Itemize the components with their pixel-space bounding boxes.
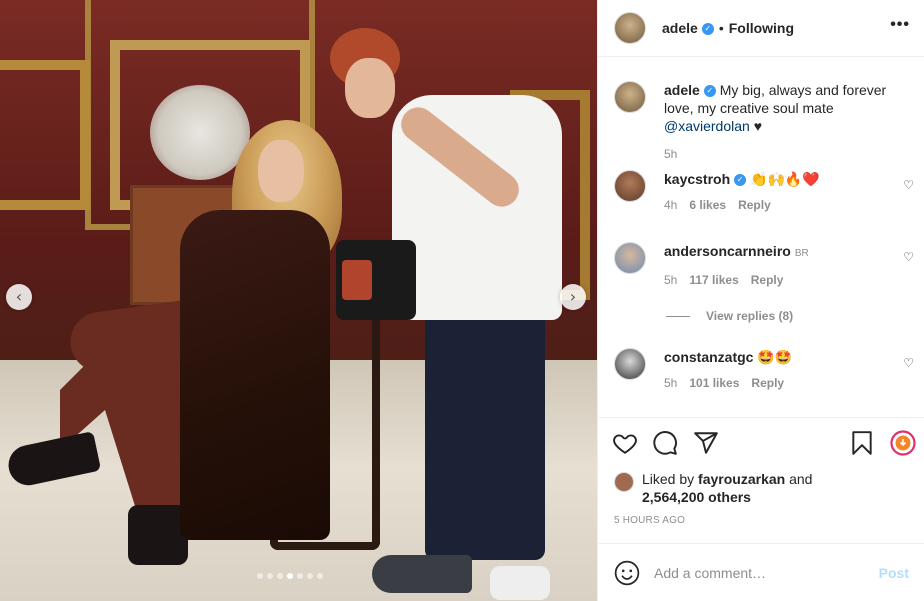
comment-text: 🤩🤩: [757, 349, 793, 365]
following-button[interactable]: Following: [729, 20, 794, 36]
comment-likes[interactable]: 117 likes: [689, 273, 738, 287]
avatar[interactable]: [614, 348, 646, 380]
reply-button[interactable]: Reply: [751, 376, 784, 390]
comment-item: andersoncarnneiro BR 5h 117 likes Reply ♡: [614, 242, 914, 287]
comment-username[interactable]: constanzatgc: [664, 349, 753, 365]
avatar[interactable]: [614, 12, 646, 44]
likes-and: and: [785, 471, 813, 487]
liked-by-label: Liked by: [642, 471, 699, 487]
share-icon[interactable]: [693, 430, 719, 456]
view-replies-button[interactable]: View replies (8): [666, 309, 793, 323]
live-ring-icon[interactable]: [890, 430, 916, 456]
comment-username[interactable]: kaycstroh: [664, 171, 730, 187]
post-photo[interactable]: ‹ ›: [0, 0, 597, 601]
add-comment-bar: Post: [598, 543, 924, 601]
verified-icon: ✓: [703, 85, 716, 98]
avatar[interactable]: [614, 81, 646, 113]
reply-button[interactable]: Reply: [751, 273, 784, 287]
photo-camera: [336, 240, 416, 320]
heart-icon[interactable]: ♡: [903, 356, 914, 370]
post-header: adele ✓ • Following •••: [598, 0, 924, 57]
comment-item: constanzatgc 🤩🤩 5h 101 likes Reply ♡: [614, 348, 914, 390]
separator-dot: •: [718, 20, 724, 36]
photo-subject: [258, 140, 304, 202]
carousel-dot: [267, 573, 273, 579]
carousel-dot: [277, 573, 283, 579]
carousel-dot: [317, 573, 323, 579]
carousel-dot: [307, 573, 313, 579]
bookmark-icon[interactable]: [849, 430, 875, 456]
carousel-next-button[interactable]: ›: [560, 284, 586, 310]
post-side-panel: adele ✓ • Following ••• adele ✓ My big, al…: [597, 0, 924, 601]
heart-icon[interactable]: ♡: [903, 250, 914, 264]
likes-count[interactable]: 2,564,200 others: [642, 489, 751, 505]
comment-time[interactable]: 4h: [664, 198, 677, 212]
emoji-icon[interactable]: [614, 560, 640, 586]
replies-rule: [666, 315, 690, 317]
avatar[interactable]: [614, 242, 646, 274]
carousel-dot: [257, 573, 263, 579]
comments-list[interactable]: adele ✓ My big, always and forever love, …: [598, 57, 924, 417]
comment-item: kaycstroh ✓ 👏🙌🔥❤️ 4h 6 likes Reply ♡: [614, 170, 914, 212]
comment-text: 👏🙌🔥❤️: [750, 171, 820, 187]
photo-subject: [180, 210, 330, 540]
action-bar: [598, 417, 924, 469]
post-timestamp[interactable]: 5 HOURS AGO: [614, 515, 685, 526]
comment-icon[interactable]: [652, 430, 678, 456]
photo-subject: [128, 505, 188, 565]
heart-icon[interactable]: [612, 430, 638, 456]
verified-icon: ✓: [701, 23, 714, 36]
avatar[interactable]: [614, 472, 634, 492]
country-badge: BR: [794, 248, 809, 259]
likes-summary: Liked by fayrouzarkan and 2,564,200 othe…: [614, 470, 914, 506]
post-button[interactable]: Post: [879, 565, 909, 581]
more-options-icon[interactable]: •••: [890, 16, 910, 34]
comment-username[interactable]: andersoncarnneiro: [664, 243, 791, 259]
reply-button[interactable]: Reply: [738, 198, 771, 212]
comment-time[interactable]: 5h: [664, 376, 677, 390]
photo-photographer: [425, 300, 545, 560]
photo-photographer: [372, 555, 472, 593]
avatar[interactable]: [614, 170, 646, 202]
author-username-text[interactable]: adele: [662, 20, 698, 36]
liker-username[interactable]: fayrouzarkan: [698, 471, 785, 487]
photo-photographer: [490, 566, 550, 600]
post-caption: adele ✓ My big, always and forever love, …: [614, 81, 914, 161]
carousel-dot: [287, 573, 293, 579]
caption-username[interactable]: adele: [664, 82, 700, 98]
carousel-prev-button[interactable]: ‹: [6, 284, 32, 310]
comment-time[interactable]: 5h: [664, 273, 677, 287]
caption-time[interactable]: 5h: [664, 147, 914, 161]
view-replies-label[interactable]: View replies (8): [706, 309, 793, 323]
heart-icon[interactable]: ♡: [903, 178, 914, 192]
photo-frame: [0, 60, 90, 210]
carousel-dot: [297, 573, 303, 579]
author-username[interactable]: adele ✓: [662, 20, 714, 36]
comment-likes[interactable]: 6 likes: [689, 198, 726, 212]
carousel-indicator: [257, 573, 323, 579]
caption-suffix: ♥: [749, 118, 763, 134]
mention-link[interactable]: @xavierdolan: [664, 118, 750, 134]
comment-likes[interactable]: 101 likes: [689, 376, 739, 390]
comment-input[interactable]: [654, 564, 879, 581]
verified-icon: ✓: [734, 174, 747, 187]
photo-drape: [150, 85, 250, 180]
photo-photographer: [345, 58, 395, 118]
